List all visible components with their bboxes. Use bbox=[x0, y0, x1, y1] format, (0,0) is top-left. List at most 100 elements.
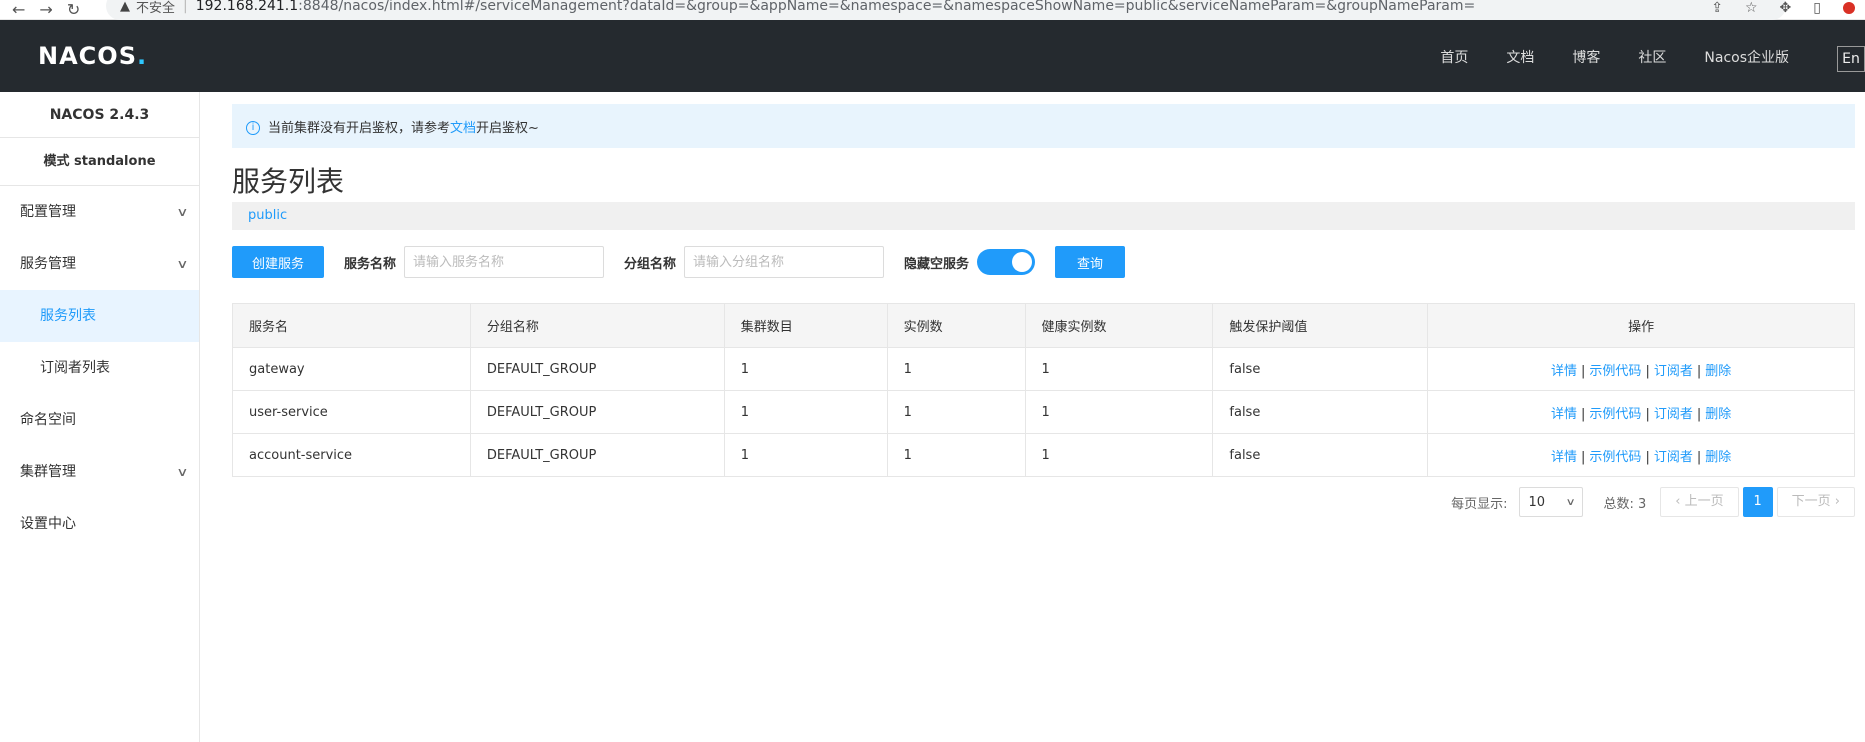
toggle-knob bbox=[1012, 252, 1033, 272]
separator: | bbox=[1645, 449, 1650, 465]
nav-docs[interactable]: 文档 bbox=[1506, 47, 1534, 67]
query-button[interactable]: 查询 bbox=[1055, 246, 1126, 278]
col-header: 健康实例数 bbox=[1024, 303, 1214, 348]
sample-code-link[interactable]: 示例代码 bbox=[1589, 407, 1641, 422]
col-header: 触发保护阈值 bbox=[1212, 303, 1429, 348]
bookmark-star-icon[interactable]: ☆ bbox=[1745, 0, 1758, 16]
notice-docs-link[interactable]: 文档 bbox=[450, 117, 476, 136]
url-host: 192.168.241.1 bbox=[195, 0, 299, 14]
cell-actions: 详情 | 示例代码 | 订阅者 | 删除 bbox=[1427, 390, 1855, 434]
forward-icon[interactable]: → bbox=[39, 1, 52, 17]
sidebar-item-cluster-management[interactable]: 集群管理 ∨ bbox=[0, 446, 199, 498]
back-icon[interactable]: ← bbox=[12, 1, 25, 17]
col-header: 分组名称 bbox=[469, 303, 725, 348]
sidebar: NACOS 2.4.3 模式 standalone 配置管理 ∨ 服务管理 ∨ … bbox=[0, 92, 200, 742]
detail-link[interactable]: 详情 bbox=[1551, 407, 1577, 422]
language-switch-button[interactable]: En bbox=[1837, 46, 1865, 72]
browser-toolbar: ← → ↻ ▲ 不安全 | 192.168.241.1:8848/nacos/i… bbox=[0, 0, 1865, 20]
table-row: account-service DEFAULT_GROUP 1 1 1 fals… bbox=[232, 433, 1855, 477]
prev-page-button[interactable]: ‹ 上一页 bbox=[1660, 487, 1739, 517]
page-size-select[interactable]: 10 ∨ bbox=[1519, 487, 1584, 517]
sidebar-item-settings-center[interactable]: 设置中心 bbox=[0, 498, 199, 550]
warning-icon: ▲ bbox=[120, 0, 130, 14]
sidebar-item-namespace[interactable]: 命名空间 bbox=[0, 394, 199, 446]
separator: | bbox=[1581, 363, 1586, 379]
sidebar-item-label: 集群管理 bbox=[20, 464, 76, 480]
separator: | bbox=[1645, 363, 1650, 379]
sample-code-link[interactable]: 示例代码 bbox=[1589, 364, 1641, 379]
subscribers-link[interactable]: 订阅者 bbox=[1654, 364, 1693, 379]
table-row: gateway DEFAULT_GROUP 1 1 1 false 详情 | 示例代… bbox=[232, 347, 1855, 391]
logo-dot: . bbox=[136, 42, 148, 70]
nav-home[interactable]: 首页 bbox=[1440, 47, 1468, 67]
col-header: 服务名 bbox=[232, 303, 471, 348]
browser-actions: ⇪ ☆ ✥ ▯ bbox=[1711, 0, 1855, 16]
delete-link[interactable]: 删除 bbox=[1705, 407, 1731, 422]
security-label: 不安全 bbox=[136, 0, 176, 16]
sidebar-item-subscriber-list[interactable]: 订阅者列表 bbox=[0, 342, 199, 394]
sidebar-item-label: 服务列表 bbox=[40, 308, 96, 324]
nacos-logo[interactable]: NACOS. bbox=[38, 42, 147, 70]
chevron-down-icon: ∨ bbox=[1565, 496, 1576, 508]
page-size-value: 10 bbox=[1528, 494, 1546, 510]
table-row: user-service DEFAULT_GROUP 1 1 1 false 详… bbox=[232, 390, 1855, 434]
cell-group-name: DEFAULT_GROUP bbox=[469, 433, 725, 477]
logo-text: C bbox=[78, 42, 98, 70]
service-name-input[interactable] bbox=[404, 246, 605, 278]
reload-icon[interactable]: ↻ bbox=[67, 1, 80, 17]
group-name-input[interactable] bbox=[684, 246, 885, 278]
address-bar[interactable]: ▲ 不安全 | 192.168.241.1:8848/nacos/index.h… bbox=[106, 0, 1786, 20]
nav-blog[interactable]: 博客 bbox=[1572, 47, 1600, 67]
cell-cluster-count: 1 bbox=[723, 433, 888, 477]
cell-actions: 详情 | 示例代码 | 订阅者 | 删除 bbox=[1427, 433, 1855, 477]
logo-text: NA bbox=[38, 42, 79, 70]
cell-healthy-count: 1 bbox=[1024, 390, 1214, 434]
divider: | bbox=[183, 0, 188, 14]
sidebar-item-label: 服务管理 bbox=[20, 256, 76, 272]
detail-link[interactable]: 详情 bbox=[1551, 364, 1577, 379]
browser-nav: ← → ↻ bbox=[12, 1, 102, 17]
pagination: 每页显示: 10 ∨ 总数: 3 ‹ 上一页 1 下一页 › bbox=[1451, 487, 1855, 517]
cell-instance-count: 1 bbox=[886, 433, 1026, 477]
chevron-down-icon: ∨ bbox=[176, 257, 189, 271]
sidebar-item-service-list[interactable]: 服务列表 bbox=[0, 290, 199, 342]
share-icon[interactable]: ⇪ bbox=[1711, 0, 1723, 16]
total-count: 总数: 3 bbox=[1603, 496, 1647, 512]
separator: | bbox=[1696, 406, 1702, 422]
detail-link[interactable]: 详情 bbox=[1551, 450, 1577, 465]
subscribers-link[interactable]: 订阅者 bbox=[1654, 450, 1693, 465]
namespace-link[interactable]: public bbox=[248, 208, 287, 223]
mode-label: 模式 standalone bbox=[0, 138, 199, 186]
cell-protect-threshold: false bbox=[1212, 390, 1429, 434]
profile-avatar[interactable] bbox=[1843, 2, 1855, 14]
sidebar-item-service-management[interactable]: 服务管理 ∨ bbox=[0, 238, 199, 290]
sidebar-item-label: 配置管理 bbox=[20, 204, 76, 220]
sample-code-link[interactable]: 示例代码 bbox=[1589, 450, 1641, 465]
top-header: NACOS. 首页 文档 博客 社区 Nacos企业版 En bbox=[0, 20, 1865, 92]
chevron-down-icon: ∨ bbox=[176, 205, 189, 219]
cell-group-name: DEFAULT_GROUP bbox=[469, 390, 725, 434]
create-service-button[interactable]: 创建服务 bbox=[232, 246, 325, 278]
cell-service-name: account-service bbox=[232, 433, 471, 477]
nav-community[interactable]: 社区 bbox=[1638, 47, 1666, 67]
cell-service-name: user-service bbox=[232, 390, 471, 434]
filter-toolbar: 创建服务 服务名称 分组名称 隐藏空服务 查询 bbox=[232, 246, 1126, 278]
delete-link[interactable]: 删除 bbox=[1705, 450, 1731, 465]
next-page-button[interactable]: 下一页 › bbox=[1776, 487, 1855, 517]
extensions-icon[interactable]: ✥ bbox=[1780, 0, 1792, 16]
separator: | bbox=[1645, 406, 1650, 422]
subscribers-link[interactable]: 订阅者 bbox=[1654, 407, 1693, 422]
top-nav: 首页 文档 博客 社区 Nacos企业版 bbox=[1440, 47, 1789, 67]
delete-link[interactable]: 删除 bbox=[1705, 364, 1731, 379]
chevron-down-icon: ∨ bbox=[176, 465, 189, 479]
hide-empty-toggle[interactable] bbox=[977, 249, 1036, 275]
hide-empty-label: 隐藏空服务 bbox=[904, 256, 970, 272]
sidebar-item-label: 订阅者列表 bbox=[40, 360, 110, 376]
page-number-current[interactable]: 1 bbox=[1742, 487, 1773, 517]
separator: | bbox=[1581, 449, 1586, 465]
sidebar-item-config-management[interactable]: 配置管理 ∨ bbox=[0, 186, 199, 238]
sidebar-item-label: 设置中心 bbox=[20, 516, 76, 532]
sidepanel-icon[interactable]: ▯ bbox=[1813, 0, 1821, 16]
chevron-right-icon: › bbox=[1830, 494, 1840, 509]
nav-enterprise[interactable]: Nacos企业版 bbox=[1704, 47, 1789, 67]
